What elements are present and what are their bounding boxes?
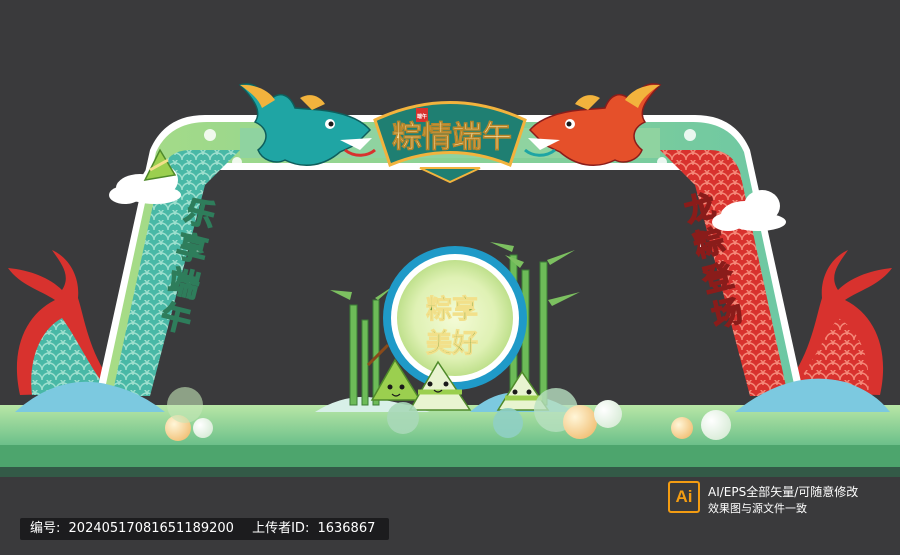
uploader-value: 1636867 <box>317 521 376 536</box>
seal-stamp-text: 端午 <box>417 113 427 120</box>
uploader-label: 上传者ID: <box>252 521 310 536</box>
id-value: 20240517081651189200 <box>68 521 234 536</box>
file-info-line-2: 效果图与源文件一致 <box>708 502 807 515</box>
ground-platform <box>0 405 900 477</box>
center-medallion: 粽享 美好 <box>383 246 527 390</box>
bamboo-left <box>349 299 380 406</box>
medallion-line-2: 美好 <box>426 328 478 359</box>
banner-title: 粽情端午 <box>392 120 512 155</box>
footer: 编号: 20240517081651189200 上传者ID: 1636867 <box>0 515 900 555</box>
file-info-line-1: AI/EPS全部矢量/可随意修改 <box>708 485 859 499</box>
id-label: 编号: <box>30 521 61 536</box>
festival-arch-scene: 乐 享 端 午 龙 粽 登 场 端午 粽情端午 粽享 美好 <box>0 83 900 477</box>
footer-id-bar: 编号: 20240517081651189200 上传者ID: 1636867 <box>20 518 390 540</box>
title-fan-banner: 端午 粽情端午 <box>373 101 527 184</box>
ai-file-icon: Ai <box>668 481 700 513</box>
medallion-line-1: 粽享 <box>426 294 478 325</box>
